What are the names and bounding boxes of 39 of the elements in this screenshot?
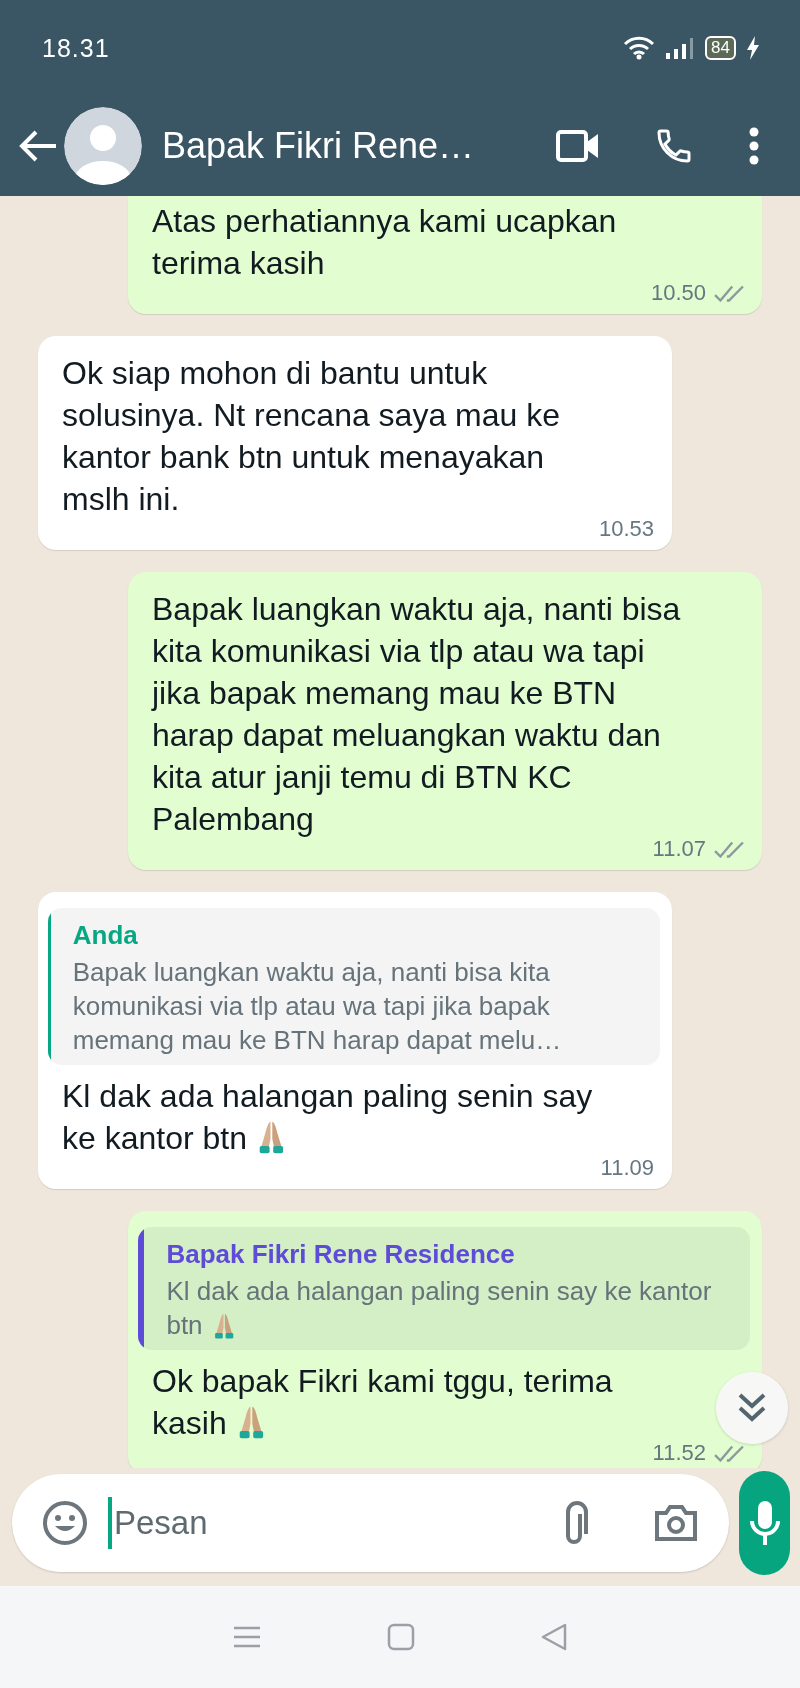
quote-author: Anda: [72, 920, 139, 951]
message-field[interactable]: Pesan: [12, 1474, 729, 1572]
back-triangle-icon[interactable]: [539, 1622, 568, 1652]
message-text: Atas perhatiannya kami ucapkan terima kasih: [152, 202, 618, 283]
emoji-icon[interactable]: [42, 1500, 88, 1546]
menu-icon[interactable]: [232, 1625, 263, 1649]
sent-message-bubble[interactable]: Atas perhatiannya kami ucapkan terima kasih 10.50: [128, 196, 762, 314]
sent-message-bubble[interactable]: Bapak luangkan waktu aja, nanti bisa kita komunikasi via tlp atau wa tapi jika bapak memang mau ke BTN harap dapat meluangkan waktu dan kita atur janji temu di BTN KC Palembang 11.07: [128, 572, 762, 870]
voice-message-button[interactable]: [739, 1471, 790, 1575]
message-text: Ok bapak Fikri kami tggu, terima kasih: [152, 1362, 614, 1443]
message-time: 11.52: [652, 1440, 706, 1466]
clock-time: 18.31: [42, 33, 111, 63]
camera-icon[interactable]: [653, 1503, 699, 1543]
scroll-down-button[interactable]: [716, 1372, 788, 1444]
battery-level: 84: [705, 36, 736, 60]
wifi-icon: [623, 36, 656, 60]
microphone-icon: [747, 1499, 782, 1547]
chat-title[interactable]: Bapak Fikri Rene…: [162, 125, 556, 167]
quoted-message[interactable]: Anda Bapak luangkan waktu aja, nanti bisa kita komunikasi via tlp atau wa tapi jika bapak memang mau ke BTN harap dapat melu…: [48, 908, 660, 1065]
message-text: Ok siap mohon di bantu untuk solusinya. Nt rencana saya mau ke kantor bank btn untuk menayakan mslh ini.: [62, 354, 562, 519]
signal-icon: [665, 36, 696, 60]
quote-text: Bapak luangkan waktu aja, nanti bisa kita komunikasi via tlp atau wa tapi jika bapak memang mau ke BTN harap dapat melu…: [72, 956, 563, 1057]
message-time: 11.09: [600, 1155, 654, 1181]
received-message-bubble[interactable]: Anda Bapak luangkan waktu aja, nanti bisa kita komunikasi via tlp atau wa tapi jika bapak memang mau ke BTN harap dapat melu… Kl dak ada halangan paling senin say ke kantor btn 11.09: [38, 892, 672, 1189]
back-button[interactable]: [18, 129, 58, 163]
message-text: Bapak luangkan waktu aja, nanti bisa kita komunikasi via tlp atau wa tapi jika bapak memang mau ke BTN harap dapat meluangkan waktu dan kita atur janji temu di BTN KC Palembang: [152, 590, 682, 839]
quote-author: Bapak Fikri Rene Residence: [166, 1239, 516, 1270]
message-time: 11.07: [652, 836, 706, 862]
home-button-icon[interactable]: [387, 1623, 415, 1651]
more-options-button[interactable]: [748, 127, 760, 165]
quoted-message[interactable]: Bapak Fikri Rene Residence Kl dak ada halangan paling senin say ke kantor btn: [138, 1227, 750, 1350]
quote-text: Kl dak ada halangan paling senin say ke kantor btn: [166, 1275, 713, 1342]
video-call-button[interactable]: [556, 129, 600, 163]
message-text: Kl dak ada halangan paling senin say ke kantor btn: [62, 1077, 594, 1158]
sent-message-bubble[interactable]: Bapak Fikri Rene Residence Kl dak ada halangan paling senin say ke kantor btn Ok bapak Fikri kami tggu, terima kasih 11.52: [128, 1211, 762, 1468]
message-time: 10.53: [598, 516, 654, 542]
message-time: 10.50: [650, 280, 706, 306]
contact-avatar[interactable]: [64, 107, 142, 185]
received-message-bubble[interactable]: Ok siap mohon di bantu untuk solusinya. Nt rencana saya mau ke kantor bank btn untuk menayakan mslh ini. 10.53: [38, 336, 672, 550]
